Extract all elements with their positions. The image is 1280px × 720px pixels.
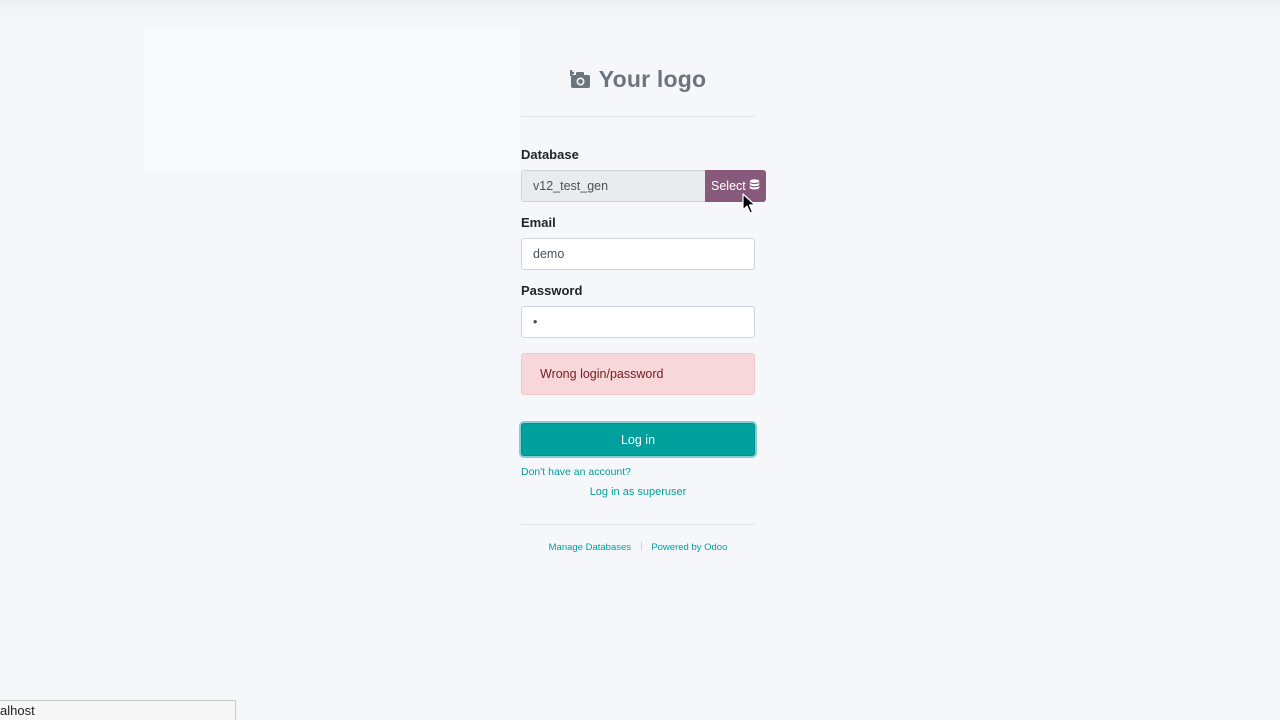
password-field[interactable] [521,306,755,338]
password-group: Password [521,283,755,338]
database-row: Select [521,170,766,202]
login-button[interactable]: Log in [521,423,755,456]
database-input[interactable] [521,170,705,202]
powered-by-link[interactable]: Powered by Odoo [651,542,727,553]
select-database-button[interactable]: Select [705,170,766,202]
footer-divider [640,541,642,551]
database-label: Database [521,147,579,162]
login-form: Database Select [521,147,766,553]
database-icon [749,178,760,194]
password-label: Password [521,283,583,298]
login-card: Your logo Database Select [521,60,766,553]
top-shadow [0,0,1280,22]
status-url: alhost [0,703,35,718]
select-button-label: Select [711,179,746,193]
superuser-row: Log in as superuser [521,484,755,499]
error-message: Wrong login/password [540,367,664,381]
logo: Your logo [569,66,707,93]
mouse-cursor-icon [742,193,756,215]
background-ghost [145,28,520,173]
logo-text: Your logo [598,66,707,92]
footer: Manage Databases Powered by Odoo [521,524,755,553]
login-page: Your logo Database Select [0,0,1280,720]
signup-row: Don't have an account? [521,464,755,479]
email-label: Email [521,215,556,230]
email-field[interactable] [521,238,755,270]
browser-status-bar: alhost [0,700,236,720]
manage-databases-link[interactable]: Manage Databases [549,542,631,553]
camera-icon [569,70,591,89]
error-alert: Wrong login/password [521,353,755,395]
signup-link[interactable]: Don't have an account? [521,466,631,478]
email-group: Email [521,215,755,270]
superuser-login-link[interactable]: Log in as superuser [590,486,687,498]
database-group: Database Select [521,147,766,202]
logo-area: Your logo [521,60,755,117]
